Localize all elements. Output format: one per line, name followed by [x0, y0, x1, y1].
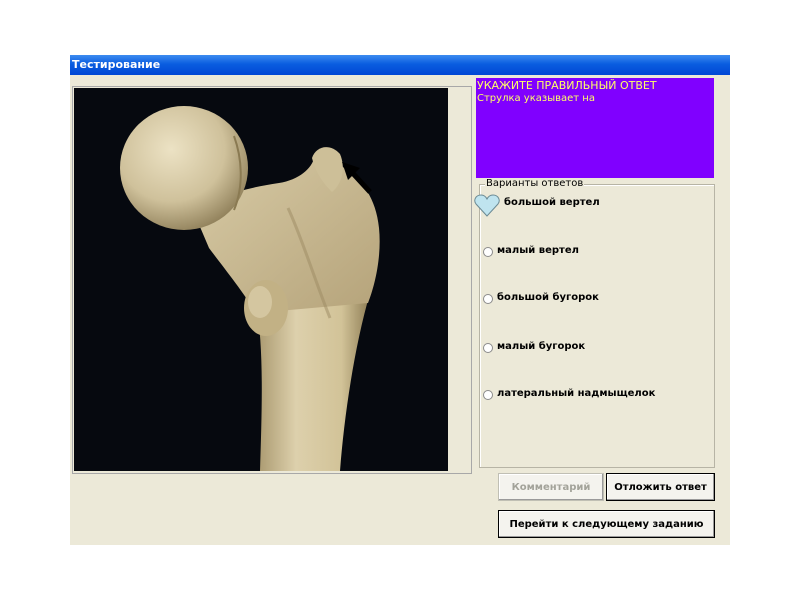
answers-legend: Варианты ответов — [485, 178, 585, 189]
answer-option-label: малый вертел — [497, 245, 579, 256]
femur-illustration — [74, 88, 448, 471]
answer-option-label: большой бугорок — [497, 292, 599, 303]
title-bar[interactable]: Тестирование — [70, 55, 730, 75]
heart-icon — [474, 194, 500, 217]
postpone-answer-button[interactable]: Отложить ответ — [606, 473, 715, 501]
next-task-button[interactable]: Перейти к следующему заданию — [498, 510, 715, 538]
answer-option-label: большой вертел — [504, 197, 600, 208]
window-title: Тестирование — [72, 58, 161, 71]
answer-option-label: латеральный надмыщелок — [497, 388, 656, 399]
image-frame — [72, 86, 472, 474]
radio-button[interactable] — [483, 390, 493, 400]
task-heading: УКАЖИТЕ ПРАВИЛЬНЫЙ ОТВЕТ — [477, 79, 657, 92]
comment-button[interactable]: Комментарий — [498, 473, 604, 501]
femur-photo — [74, 88, 448, 471]
radio-button[interactable] — [483, 294, 493, 304]
task-panel: УКАЖИТЕ ПРАВИЛЬНЫЙ ОТВЕТ Струлка указыва… — [476, 78, 714, 178]
answer-option-label: малый бугорок — [497, 341, 586, 352]
test-window: Тестирование УКАЖИТЕ ПРАВИЛЬНЫЙ ОТВЕТ Ст… — [70, 55, 730, 545]
task-question: Струлка указывает на — [477, 93, 595, 104]
answers-group: Варианты ответов большой вертел малый ве… — [474, 178, 715, 468]
radio-button[interactable] — [483, 343, 493, 353]
radio-button[interactable] — [483, 247, 493, 257]
